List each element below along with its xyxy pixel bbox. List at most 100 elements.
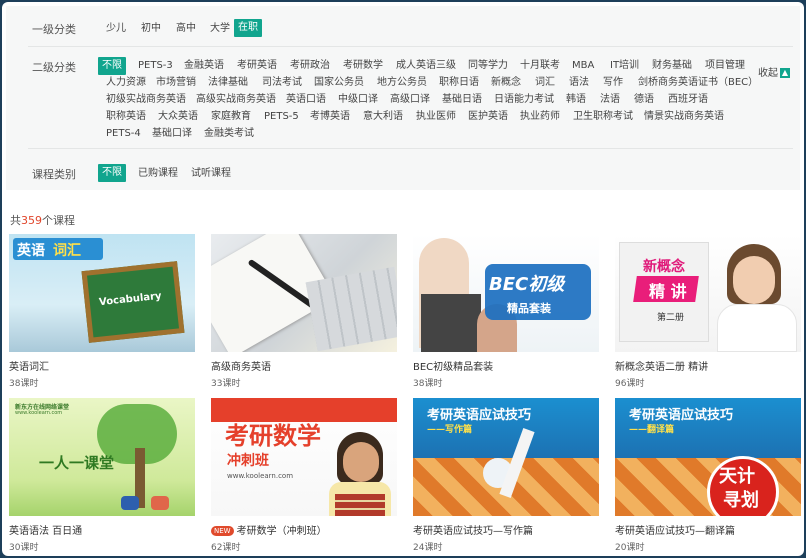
course-hours: 30课时 <box>9 543 39 553</box>
level2-option[interactable]: 同等学力 <box>464 58 512 74</box>
level2-label: 二级分类 <box>32 61 76 74</box>
level2-option[interactable]: 情景实战商务英语 <box>640 109 728 125</box>
level2-option[interactable]: 考研政治 <box>286 58 334 74</box>
course-thumbnail: 英语 词汇 Vocabulary <box>9 234 195 352</box>
level2-option[interactable]: 西班牙语 <box>664 92 712 108</box>
level2-option[interactable]: 考研数学 <box>339 58 387 74</box>
course-type-option-all[interactable]: 不限 <box>98 164 126 182</box>
course-card[interactable]: 考研数学 冲刺班 www.koolearn.com NEW 考研数学（冲刺班） 6… <box>211 398 397 553</box>
level2-option[interactable]: 金融英语 <box>180 58 228 74</box>
course-hours: 24课时 <box>413 543 443 553</box>
level2-option[interactable]: 法律基础 <box>204 75 252 91</box>
course-thumbnail <box>211 234 397 352</box>
level2-option[interactable]: 卫生职称考试 <box>569 109 637 125</box>
level2-option[interactable]: 高级实战商务英语 <box>192 92 280 108</box>
page-frame: 一级分类 少儿 初中 高中 大学 在职 二级分类 不限 PETS-3 金融英语 … <box>2 2 804 556</box>
new-badge: NEW <box>211 526 234 536</box>
course-hours: 33课时 <box>211 379 241 389</box>
level2-option[interactable]: 大众英语 <box>154 109 202 125</box>
level2-option[interactable]: 十月联考 <box>516 58 564 74</box>
level2-option[interactable]: 家庭教育 <box>207 109 255 125</box>
course-card[interactable]: BEC初级 精品套装 BEC初级精品套装 38课时 <box>413 234 599 389</box>
level2-option[interactable]: 高级口译 <box>386 92 434 108</box>
level2-option[interactable]: 金融类考试 <box>200 126 258 142</box>
level2-option[interactable]: 初级实战商务英语 <box>102 92 190 108</box>
level2-option[interactable]: 考博英语 <box>306 109 354 125</box>
level2-option[interactable]: 执业医师 <box>412 109 460 125</box>
course-thumbnail: 考研英语应试技巧 ——写作篇 <box>413 398 599 516</box>
level2-option[interactable]: 写作 <box>599 75 627 91</box>
course-card[interactable]: 新东方在线网络课堂 www.koolearn.com 一人一课堂 英语语法 百日… <box>9 398 195 553</box>
level1-option-working[interactable]: 在职 <box>234 19 262 37</box>
level2-option[interactable]: 职称日语 <box>435 75 483 91</box>
course-card[interactable]: 高级商务英语 33课时 <box>211 234 397 389</box>
course-thumbnail: 考研英语应试技巧 ——翻译篇 天计 寻划 <box>615 398 801 516</box>
level2-option[interactable]: 财务基础 <box>648 58 696 74</box>
level2-option[interactable]: MBA <box>568 58 598 74</box>
course-hours: 38课时 <box>413 379 443 389</box>
course-title: 英语语法 百日通 <box>9 526 83 537</box>
course-type-label: 课程类别 <box>32 168 76 181</box>
level2-option[interactable]: 剑桥商务英语证书（BEC） <box>634 75 762 91</box>
divider <box>28 148 793 149</box>
level2-option[interactable]: 不限 <box>98 57 126 75</box>
level2-option[interactable]: IT培训 <box>606 58 643 74</box>
course-title: NEW 考研数学（冲刺班） <box>211 522 397 537</box>
course-hours: 62课时 <box>211 543 241 553</box>
level2-option[interactable]: 职称英语 <box>102 109 150 125</box>
course-title: 考研英语应试技巧—写作篇 <box>413 526 533 537</box>
course-title: 高级商务英语 <box>211 362 271 373</box>
course-hours: 96课时 <box>615 379 645 389</box>
level2-option[interactable]: 新概念 <box>487 75 525 91</box>
level2-option[interactable]: 中级口译 <box>334 92 382 108</box>
level2-option[interactable]: 国家公务员 <box>310 75 368 91</box>
level1-option-junior[interactable]: 初中 <box>137 21 165 37</box>
level2-option[interactable]: 词汇 <box>531 75 559 91</box>
result-count-suffix: 个课程 <box>42 214 75 227</box>
level1-option-senior[interactable]: 高中 <box>172 21 200 37</box>
level2-option[interactable]: 司法考试 <box>258 75 306 91</box>
course-type-option-purchased[interactable]: 已购课程 <box>134 166 182 182</box>
course-title: 新概念英语二册 精讲 <box>615 362 709 373</box>
level2-option[interactable]: 医护英语 <box>464 109 512 125</box>
course-thumbnail: 新东方在线网络课堂 www.koolearn.com 一人一课堂 <box>9 398 195 516</box>
result-count-prefix: 共 <box>10 214 21 227</box>
level2-option[interactable]: PETS-3 <box>134 58 177 74</box>
level1-label: 一级分类 <box>32 23 76 36</box>
level2-option[interactable]: 执业药师 <box>516 109 564 125</box>
level2-option[interactable]: 英语口语 <box>282 92 330 108</box>
level2-option[interactable]: 地方公务员 <box>373 75 431 91</box>
level2-option[interactable]: 人力资源 <box>102 75 150 91</box>
course-title: BEC初级精品套装 <box>413 362 494 373</box>
course-card[interactable]: 考研英语应试技巧 ——写作篇 考研英语应试技巧—写作篇 24课时 <box>413 398 599 553</box>
level2-option[interactable]: 基础日语 <box>438 92 486 108</box>
course-thumbnail: 考研数学 冲刺班 www.koolearn.com <box>211 398 397 516</box>
course-thumbnail: BEC初级 精品套装 <box>413 234 599 352</box>
course-card[interactable]: 新概念 精 讲 第二册 新概念英语二册 精讲 96课时 <box>615 234 801 389</box>
course-title: 英语词汇 <box>9 362 49 373</box>
level1-option-college[interactable]: 大学 <box>206 21 234 37</box>
level2-option[interactable]: 市场营销 <box>152 75 200 91</box>
level2-option[interactable]: PETS-4 <box>102 126 145 142</box>
course-card[interactable]: 英语 词汇 Vocabulary 英语词汇 38课时 <box>9 234 195 389</box>
course-title: 考研英语应试技巧—翻译篇 <box>615 526 735 537</box>
level2-option[interactable]: 项目管理 <box>701 58 749 74</box>
course-hours: 38课时 <box>9 379 39 389</box>
collapse-toggle[interactable]: 收起 ▲ <box>758 64 790 79</box>
course-card[interactable]: 考研英语应试技巧 ——翻译篇 天计 寻划 考研英语应试技巧—翻译篇 20课时 <box>615 398 801 553</box>
filter-panel: 一级分类 少儿 初中 高中 大学 在职 二级分类 不限 PETS-3 金融英语 … <box>6 6 800 190</box>
level2-option[interactable]: 法语 <box>596 92 624 108</box>
result-count-number: 359 <box>21 214 42 227</box>
level2-option[interactable]: 考研英语 <box>233 58 281 74</box>
level2-option[interactable]: 语法 <box>565 75 593 91</box>
level2-option[interactable]: 韩语 <box>562 92 590 108</box>
level2-option[interactable]: 基础口译 <box>148 126 196 142</box>
level1-option-child[interactable]: 少儿 <box>102 21 130 37</box>
level2-option[interactable]: 成人英语三级 <box>392 58 460 74</box>
divider <box>28 46 793 47</box>
level2-option[interactable]: 意大利语 <box>359 109 407 125</box>
course-type-option-trial[interactable]: 试听课程 <box>187 166 235 182</box>
level2-option[interactable]: PETS-5 <box>260 109 303 125</box>
level2-option[interactable]: 日语能力考试 <box>490 92 558 108</box>
level2-option[interactable]: 德语 <box>630 92 658 108</box>
